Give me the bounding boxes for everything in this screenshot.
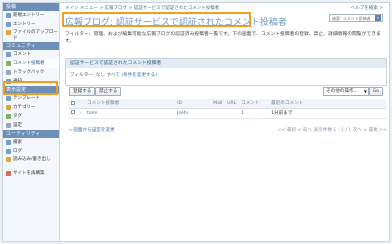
- commenter-mail: [211, 108, 226, 119]
- sidebar-item-label: タグ: [13, 114, 22, 119]
- sidebar-item-label: 新規エントリー: [13, 13, 45, 18]
- filter-panel: 認証サービスで認証されたコメント投稿者 フィルター: なし すべて (条件を変更…: [65, 58, 387, 86]
- sidebar-item-log[interactable]: ログ: [3, 147, 59, 156]
- sidebar-item-label: 読み込み/書き出し: [13, 157, 51, 162]
- select-all-checkbox[interactable]: [71, 100, 75, 105]
- sidebar-item-category[interactable]: カテゴリー: [3, 103, 59, 112]
- table-footer: « 画面から設定を変更 << 最初 < 前へ 表示件数 1 - 1 / 1 次へ…: [69, 125, 387, 133]
- sidebar-item-label: サイトを再構築: [13, 171, 45, 176]
- sidebar-item-label: 検索: [13, 140, 22, 145]
- help-link[interactable]: ヘルプを検索 >: [351, 5, 383, 11]
- status-star-icon: ☆: [77, 108, 86, 119]
- template-icon: [6, 96, 11, 101]
- highlight-box-sidebar: [3, 81, 58, 95]
- search-icon: [6, 140, 11, 145]
- chevron-down-icon: ▼: [363, 89, 367, 94]
- sidebar-item-label: カテゴリー: [13, 105, 36, 110]
- upload-icon: [6, 30, 11, 35]
- column-header-commenter[interactable]: コメント投稿者: [85, 99, 176, 109]
- column-header-last-comment[interactable]: 最近のコメント: [269, 99, 387, 109]
- column-header-id[interactable]: ID: [175, 99, 212, 109]
- register-button[interactable]: 登録する: [69, 87, 96, 96]
- sidebar-item-import-export[interactable]: 読み込み/書き出し: [3, 156, 59, 169]
- action-toolbar: 登録する 禁止する その他の操作... ▼ Go: [69, 87, 387, 97]
- highlight-box-title: [62, 12, 251, 27]
- table-header-row: コメント投稿者 ID Mail URL コメント 最近のコメント: [69, 99, 387, 109]
- search-input[interactable]: [330, 15, 374, 21]
- ban-button[interactable]: 禁止する: [95, 87, 122, 96]
- column-header-comments[interactable]: コメント: [239, 99, 270, 109]
- row-checkbox-cell[interactable]: [69, 108, 77, 119]
- sidebar-item-search[interactable]: 検索: [3, 138, 59, 147]
- action-select[interactable]: その他の操作... ▼: [323, 87, 369, 96]
- filter-value: なし: [95, 73, 106, 78]
- sidebar-item-label: ログ: [13, 149, 22, 154]
- sidebar-section-head: 投稿: [3, 3, 59, 11]
- sidebar-item-label: ファイルのアップロード: [13, 30, 58, 41]
- import-export-icon: [6, 157, 11, 162]
- commenter-id[interactable]: Jsehi: [175, 108, 212, 119]
- rebuild-icon: [6, 171, 11, 176]
- commenter-table: コメント投稿者 ID Mail URL コメント 最近のコメント ☆ tomi …: [69, 99, 387, 119]
- sidebar: 投稿 新規エントリー エントリー ファイルのアップロード コミュニティ コメント…: [3, 3, 60, 241]
- sidebar-item-rebuild[interactable]: サイトを再構築: [3, 169, 59, 178]
- sidebar-item-upload[interactable]: ファイルのアップロード: [3, 29, 59, 42]
- search-icon[interactable]: ⌕: [375, 15, 381, 21]
- sidebar-section-head: コミュニティ: [3, 42, 59, 50]
- pagination: << 最初 < 前へ 表示件数 1 - 1 / 1 次へ > 最後 >>: [277, 128, 387, 133]
- row-checkbox[interactable]: [71, 110, 75, 115]
- commenter-url: [225, 108, 240, 119]
- back-link[interactable]: « 画面から設定を変更: [69, 127, 115, 133]
- sidebar-item-tag[interactable]: タグ: [3, 112, 59, 121]
- sidebar-item-entry[interactable]: エントリー: [3, 20, 59, 29]
- tag-icon: [6, 114, 11, 119]
- sidebar-item-new-entry[interactable]: 新規エントリー: [3, 11, 59, 20]
- main-content: メイン メニュー > 広報ブログ > 認証サービスで認証されたコメント投稿者 ヘ…: [62, 3, 389, 241]
- table-row: ☆ tomi Jsehi 1 1分前まで: [69, 108, 387, 119]
- entry-icon: [6, 22, 11, 27]
- filter-label: フィルター:: [70, 73, 95, 78]
- sidebar-item-label: 設定: [13, 123, 22, 128]
- select-all-header[interactable]: [69, 99, 77, 109]
- sidebar-item-comment[interactable]: コメント: [3, 50, 59, 59]
- go-button[interactable]: Go: [368, 87, 383, 96]
- commenter-icon: [6, 61, 11, 66]
- comment-count[interactable]: 1: [239, 108, 270, 119]
- column-header-url[interactable]: URL: [225, 99, 240, 109]
- sidebar-item-label: テンプレート: [13, 96, 40, 101]
- column-header-status: [77, 99, 86, 109]
- sidebar-item-label: コメント投稿者: [13, 61, 45, 66]
- filter-row: フィルター: なし すべて (条件を変更する): [66, 68, 386, 82]
- category-icon: [6, 105, 11, 110]
- breadcrumb[interactable]: メイン メニュー > 広報ブログ > 認証サービスで認証されたコメント投稿者: [65, 5, 219, 11]
- settings-icon: [6, 123, 11, 128]
- sidebar-item-trackback[interactable]: トラックバック: [3, 68, 59, 77]
- page-description: フィルター、管理、および編集可能な広報ブログの認証済み投稿者一覧です。下の画面で…: [65, 32, 381, 44]
- new-entry-icon: [6, 13, 11, 18]
- column-header-mail[interactable]: Mail: [211, 99, 226, 109]
- log-icon: [6, 149, 11, 154]
- search-box: ⌕: [329, 14, 383, 22]
- commenter-name-link[interactable]: tomi: [85, 108, 176, 119]
- comment-icon: [6, 52, 11, 57]
- sidebar-item-label: トラックバック: [13, 70, 45, 75]
- filter-change-link[interactable]: すべて (条件を変更する): [107, 73, 157, 78]
- last-comment-time: 1分前まで: [269, 108, 387, 119]
- trackback-icon: [6, 70, 11, 75]
- sidebar-item-label: エントリー: [13, 22, 36, 27]
- action-select-value: その他の操作...: [326, 89, 358, 94]
- sidebar-item-label: コメント: [13, 52, 31, 57]
- sidebar-item-settings[interactable]: 設定: [3, 121, 59, 130]
- sidebar-section-head: ユーティリティ: [3, 130, 59, 138]
- panel-title: 認証サービスで認証されたコメント投稿者: [66, 59, 386, 68]
- sidebar-item-template[interactable]: テンプレート: [3, 94, 59, 103]
- app-window: 投稿 新規エントリー エントリー ファイルのアップロード コミュニティ コメント…: [2, 2, 390, 242]
- sidebar-item-commenter[interactable]: コメント投稿者: [3, 59, 59, 68]
